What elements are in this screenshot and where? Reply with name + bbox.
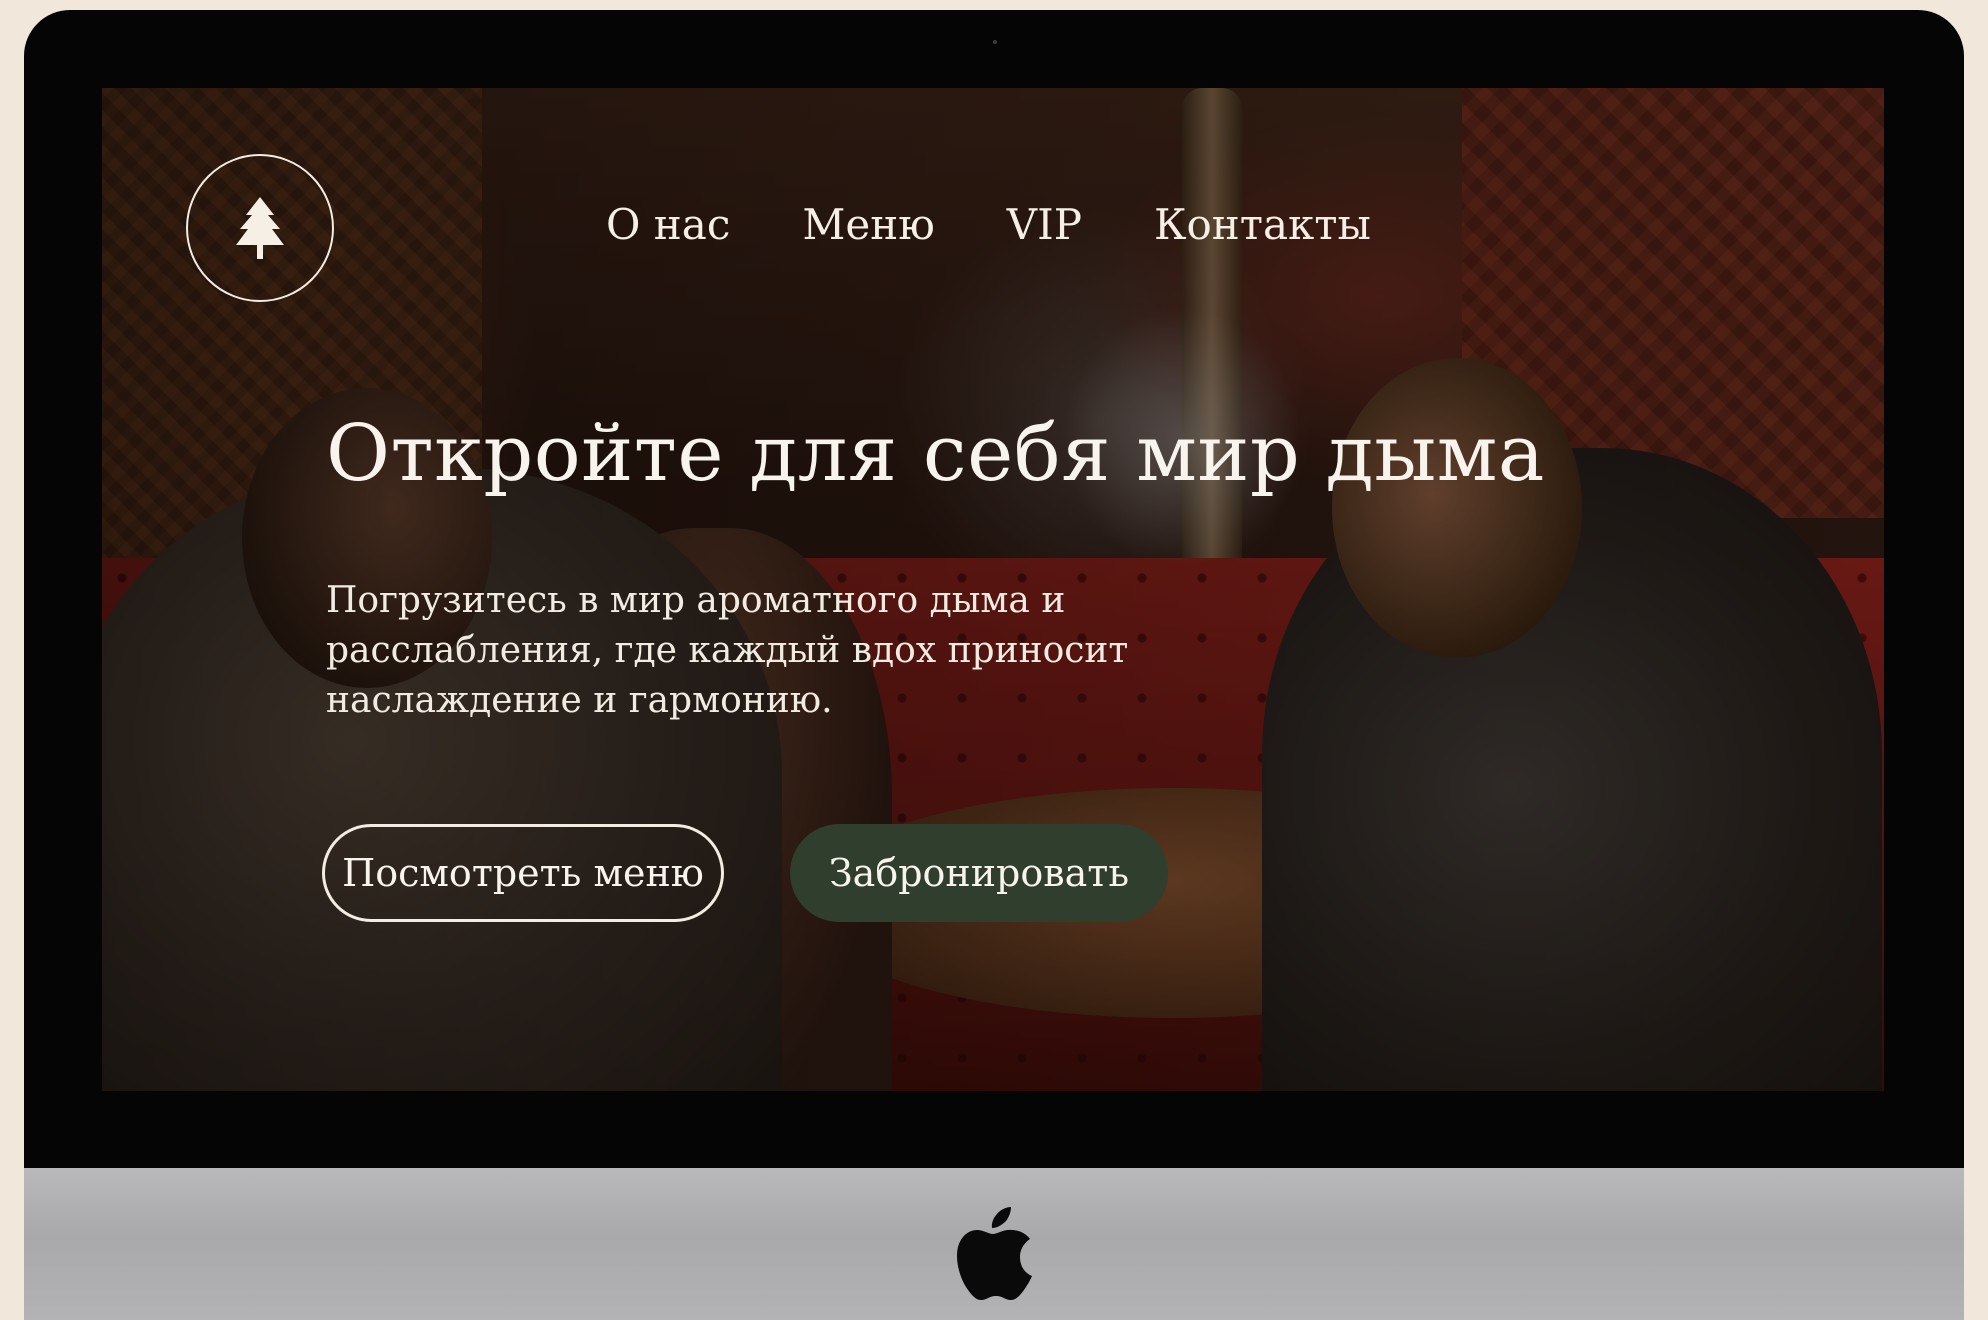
nav-item-menu[interactable]: Меню — [802, 200, 934, 250]
pine-tree-icon — [236, 197, 284, 259]
main-nav: О нас Меню VIP Контакты — [606, 200, 1371, 250]
hero-description: Погрузитесь в мир ароматного дыма и расс… — [326, 580, 1129, 721]
apple-logo-icon — [957, 1207, 1032, 1300]
nav-item-about[interactable]: О нас — [606, 200, 730, 250]
website-screen: О нас Меню VIP Контакты Откройте для себ… — [102, 88, 1884, 1091]
camera-dot — [993, 40, 997, 44]
hero-title: Откройте для себя мир дыма — [326, 409, 1545, 499]
nav-item-vip[interactable]: VIP — [1007, 200, 1082, 250]
nav-item-contacts[interactable]: Контакты — [1154, 200, 1371, 250]
site-logo[interactable] — [186, 154, 334, 302]
view-menu-button[interactable]: Посмотреть меню — [322, 824, 724, 922]
book-button[interactable]: Забронировать — [790, 824, 1168, 922]
